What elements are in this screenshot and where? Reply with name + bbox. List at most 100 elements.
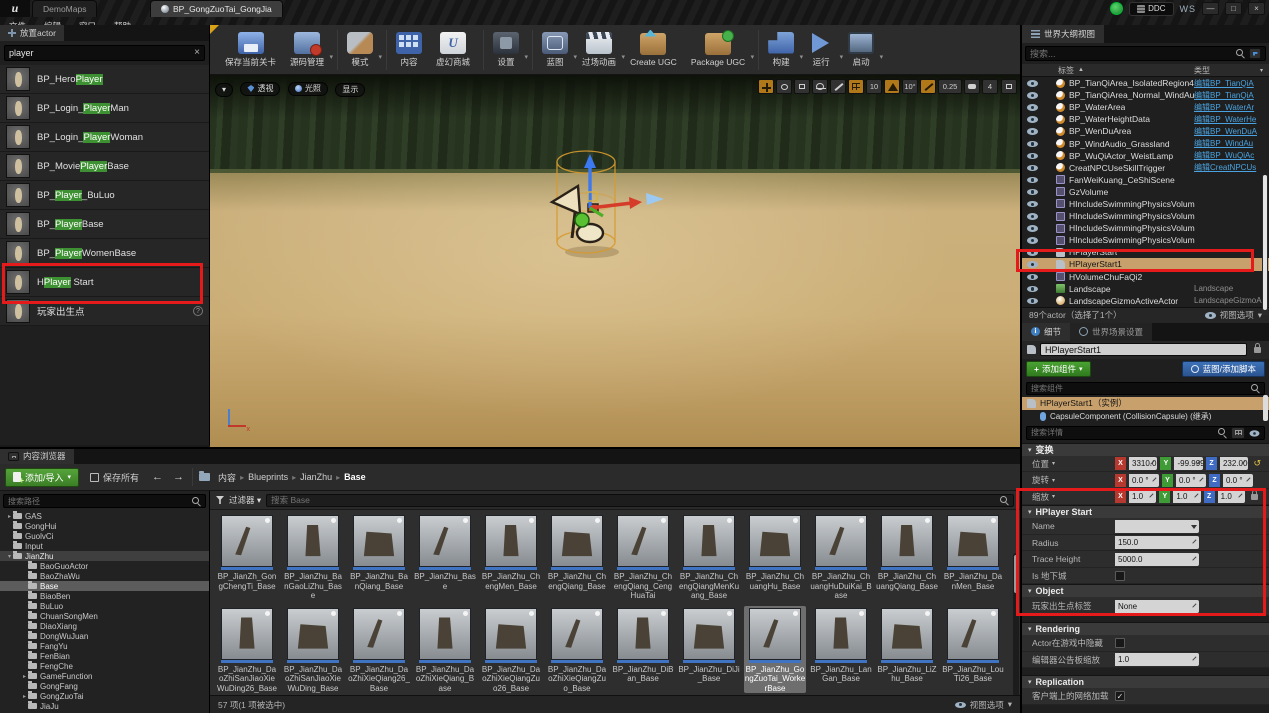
asset-item[interactable]: BP_JianZhu_DiBan_Base — [612, 606, 674, 694]
viewport-perspective-button[interactable]: 透视 — [240, 82, 280, 96]
back-button[interactable]: ← — [150, 471, 165, 483]
lock-icon[interactable] — [1254, 347, 1261, 353]
ddc-button[interactable]: DDC — [1129, 2, 1173, 16]
outliner-row[interactable]: FanWeiKuang_CeShiScene — [1022, 174, 1269, 186]
grid-snap-button[interactable] — [848, 79, 864, 94]
clear-search-icon[interactable]: × — [194, 48, 200, 58]
viewport-maximize-button[interactable] — [1001, 79, 1017, 94]
visibility-eye-icon[interactable] — [1027, 272, 1038, 282]
outliner-row[interactable]: HIncludeSwimmingPhysicsVolume2 — [1022, 210, 1269, 222]
asset-item[interactable]: BP_JianZhu_DaoZhiSanJiaoXieWuDing26_Base — [216, 606, 278, 694]
place-actors-search-input[interactable] — [9, 48, 190, 58]
folder-tree-item[interactable]: GuolvCi — [0, 531, 209, 541]
window-tab-level[interactable]: DemoMaps — [32, 0, 97, 17]
component-search-input[interactable] — [1031, 384, 1247, 393]
visibility-eye-icon[interactable] — [1027, 296, 1038, 306]
toolbar-button-settings[interactable]: 设置▾ — [488, 27, 528, 73]
outliner-row[interactable]: BP_WenDuArea编辑BP_WenDuA — [1022, 125, 1269, 137]
asset-item[interactable]: BP_JianZhu_DanMen_Base — [942, 513, 1004, 601]
outliner-row[interactable]: HVolumeChuFaQi2 — [1022, 271, 1269, 283]
tree-expand-icon[interactable]: ▸ — [21, 673, 28, 680]
save-all-button[interactable]: 保存所有 — [85, 468, 144, 487]
outliner-row[interactable]: GzVolume — [1022, 186, 1269, 198]
folder-tree-item[interactable]: ▸GameFunction — [0, 671, 209, 681]
asset-item[interactable]: BP_JianZhu_LanGan_Base — [810, 606, 872, 694]
outliner-filter-button[interactable] — [1249, 48, 1261, 59]
folder-tree-item[interactable]: DiaoXiang — [0, 621, 209, 631]
outliner-row[interactable]: LandscapeLandscape — [1022, 283, 1269, 295]
folder-tree-item[interactable]: Input — [0, 541, 209, 551]
tab-details[interactable]: i细节 — [1022, 323, 1070, 341]
visibility-eye-icon[interactable] — [1027, 139, 1038, 149]
trace-height-field[interactable]: 5000.0 — [1115, 553, 1199, 566]
asset-item[interactable]: BP_JianZhu_DaoZhiSanJiaoXieWuDing_Base — [282, 606, 344, 694]
asset-item[interactable]: BP_JianZhu_ChengQiang_Base — [546, 513, 608, 601]
edit-blueprint-link[interactable]: 编辑BP_WuQiAc — [1194, 150, 1264, 161]
toolbar-button-marketplace[interactable]: 虚幻商城 — [431, 27, 479, 73]
visibility-eye-icon[interactable] — [1027, 235, 1038, 245]
toolbar-button-play[interactable]: 运行▾ — [803, 27, 843, 73]
column-label[interactable]: 标签 — [1058, 65, 1074, 76]
viewport-options-dropdown[interactable]: ▾ — [215, 83, 233, 97]
window-tab-asset[interactable]: BP_GongZuoTai_GongJia — [150, 0, 283, 17]
scale-snap-button[interactable] — [920, 79, 936, 94]
add-component-button[interactable]: +添加组件▾ — [1026, 361, 1091, 377]
restore-button[interactable]: □ — [1225, 2, 1242, 15]
rotation-snap-button[interactable] — [884, 79, 900, 94]
folder-tree-item[interactable]: ▾JianZhu — [0, 551, 209, 561]
toolbar-button-build[interactable]: 构建▾ — [763, 27, 803, 73]
visibility-eye-icon[interactable] — [1027, 126, 1038, 136]
folder-tree-item[interactable]: BuLuo — [0, 601, 209, 611]
asset-item[interactable]: BP_JianZhu_BanGaoLiZhu_Base — [282, 513, 344, 601]
scale-snap-value[interactable]: 0.25 — [938, 79, 962, 94]
outliner-row[interactable]: HPlayerStart — [1022, 246, 1269, 258]
visibility-eye-icon[interactable] — [1027, 90, 1038, 100]
minimize-button[interactable]: — — [1202, 2, 1219, 15]
edit-blueprint-link[interactable]: 编辑BP_TianQiA — [1194, 78, 1264, 89]
details-visibility-button[interactable] — [1250, 428, 1260, 437]
outliner-row[interactable]: CreatNPCUseSkillTrigger编辑CreatNPCUs — [1022, 162, 1269, 174]
outliner-row[interactable]: HIncludeSwimmingPhysicsVolume3 — [1022, 222, 1269, 234]
outliner-search-input[interactable] — [1030, 49, 1232, 59]
folder-tree-item[interactable]: BiaoBen — [0, 591, 209, 601]
asset-item[interactable]: BP_JianZhu_DiJi_Base — [678, 606, 740, 694]
component-root-row[interactable]: HPlayerStart1（实例） — [1022, 397, 1269, 410]
outliner-row[interactable]: BP_WuQiActor_WeistLamp编辑BP_WuQiAc — [1022, 150, 1269, 162]
blueprint-add-script-button[interactable]: 蓝图/添加脚本 — [1182, 361, 1265, 377]
outliner-row[interactable]: LandscapeGizmoActiveActorLandscapeGizmoA — [1022, 295, 1269, 307]
asset-item[interactable]: BP_JianZhu_ChengQiangMenKuang_Base — [678, 513, 740, 601]
place-actor-item[interactable]: BP_MoviePlayerBase — [0, 152, 209, 181]
section-transform[interactable]: ▾变换 — [1022, 443, 1269, 456]
place-actor-item[interactable]: HPlayer Start — [0, 268, 209, 297]
folder-tree-item[interactable]: Base — [0, 581, 209, 591]
asset-scrollbar[interactable] — [1013, 553, 1019, 713]
asset-item[interactable]: BP_JianZhu_DaoZhiXieQiangZuo26_Base — [480, 606, 542, 694]
folder-tree-item[interactable]: FangYu — [0, 641, 209, 651]
forward-button[interactable]: → — [171, 471, 186, 483]
tab-world-settings[interactable]: 世界场景设置 — [1070, 323, 1152, 341]
details-scrollbar[interactable] — [1263, 395, 1268, 421]
outliner-row[interactable]: BP_WaterArea编辑BP_WaterAr — [1022, 101, 1269, 113]
visibility-eye-icon[interactable] — [1027, 259, 1038, 269]
toolbar-button-modes[interactable]: 模式▾ — [342, 27, 382, 73]
asset-item[interactable]: BP_JianZhu_GongZuoTai_WorkerBase — [744, 606, 806, 694]
toolbar-button-launch[interactable]: 启动▾ — [843, 27, 883, 73]
outliner-scrollbar[interactable] — [1262, 175, 1268, 315]
rotation-x-field[interactable]: 0.0 ° — [1129, 474, 1159, 487]
scale-x-field[interactable]: 1.0 — [1129, 490, 1156, 503]
section-rendering[interactable]: ▾Rendering — [1022, 622, 1269, 635]
path-search-input[interactable] — [8, 497, 188, 506]
place-actor-item[interactable]: BP_PlayerBase — [0, 210, 209, 239]
place-actor-item[interactable]: 玩家出生点? — [0, 297, 209, 326]
spawn-tag-field[interactable]: None — [1115, 600, 1199, 613]
location-x-field[interactable]: 3310.0 — [1129, 457, 1157, 470]
toolbar-button-blueprints[interactable]: 蓝图▾ — [537, 27, 577, 73]
asset-item[interactable]: BP_JianZhu_ChengMen_Base — [480, 513, 542, 601]
component-capsule-row[interactable]: CapsuleComponent (CollisionCapsule) (继承) — [1022, 410, 1269, 423]
folder-tree-item[interactable]: FengChe — [0, 661, 209, 671]
place-actor-item[interactable]: BP_Login_PlayerMan — [0, 94, 209, 123]
asset-item[interactable]: BP_JianZhu_ChengQiang_CengHuaTai — [612, 513, 674, 601]
asset-item[interactable]: BP_JianZhu_ChuangQiang_Base — [876, 513, 938, 601]
place-actor-item[interactable]: BP_Player_BuLuo — [0, 181, 209, 210]
toolbar-button-content[interactable]: 内容 — [391, 27, 431, 73]
